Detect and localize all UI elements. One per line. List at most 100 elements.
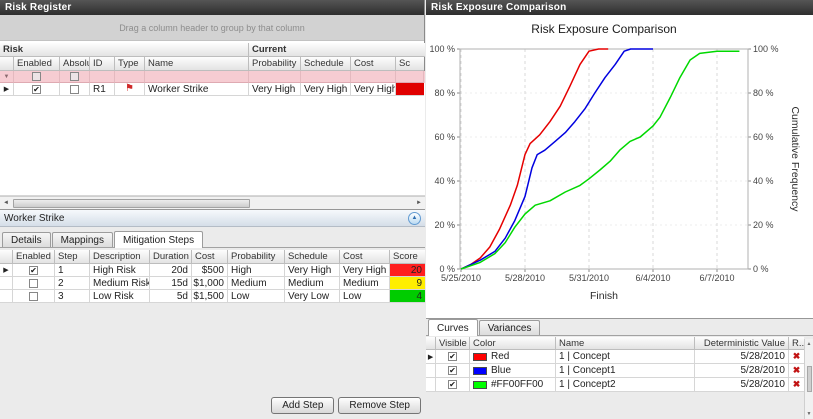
y-tick-label-right: 60 % bbox=[753, 132, 774, 142]
curve-visible-checkbox[interactable]: ✔ bbox=[448, 352, 457, 361]
scrollbar-thumb[interactable] bbox=[13, 199, 250, 208]
scroll-up-arrow[interactable]: ▲ bbox=[807, 341, 812, 347]
scrollbar-thumb[interactable] bbox=[807, 366, 812, 392]
curve-visible-checkbox[interactable]: ✔ bbox=[448, 366, 457, 375]
col-visible[interactable]: Visible bbox=[436, 337, 470, 350]
col-enabled[interactable]: Enabled bbox=[14, 57, 60, 71]
tab-mitigation-steps[interactable]: Mitigation Steps bbox=[114, 231, 203, 248]
scroll-right-arrow[interactable]: ► bbox=[413, 200, 425, 206]
col-cost[interactable]: Cost bbox=[351, 57, 396, 71]
col-step-schedule[interactable]: Schedule bbox=[285, 250, 340, 264]
col-step[interactable]: Step bbox=[55, 250, 90, 264]
step-description-cell: Low Risk bbox=[90, 290, 150, 303]
color-swatch[interactable] bbox=[473, 381, 487, 389]
y-tick-label: 80 % bbox=[434, 88, 455, 98]
step-enabled-checkbox[interactable] bbox=[29, 279, 38, 288]
risk-id-cell: R1 bbox=[90, 83, 115, 96]
delete-curve-icon[interactable]: ✖ bbox=[793, 380, 801, 389]
tab-details[interactable]: Details bbox=[2, 232, 51, 247]
risk-row[interactable]: ▶ ✔ R1 ⚑ Worker Strike Very High Very Hi… bbox=[0, 83, 425, 96]
col-deterministic-value[interactable]: Deterministic Value bbox=[695, 337, 789, 350]
tab-mappings[interactable]: Mappings bbox=[52, 232, 113, 247]
step-duration-cell: 5d bbox=[150, 290, 192, 303]
step-schedule-cell: Very High bbox=[285, 264, 340, 277]
col-step-enabled[interactable]: Enabled bbox=[13, 250, 55, 264]
col-color[interactable]: Color bbox=[470, 337, 556, 350]
curve-row[interactable]: ✔ Blue 1 | Concept1 5/28/2010 ✖ bbox=[426, 364, 804, 378]
col-duration[interactable]: Duration bbox=[150, 250, 192, 264]
col-remove[interactable]: R... bbox=[789, 337, 804, 350]
curves-header-row: Visible Color Name Deterministic Value R… bbox=[426, 337, 804, 350]
filter-checkbox-enabled[interactable] bbox=[32, 72, 41, 81]
scroll-left-arrow[interactable]: ◄ bbox=[0, 200, 12, 206]
step-buttons: Add Step Remove Step bbox=[271, 397, 421, 414]
band-header-current[interactable]: Current bbox=[249, 43, 425, 57]
step-cost2-cell: Medium bbox=[340, 277, 390, 290]
filter-row[interactable]: ▼ bbox=[0, 71, 425, 83]
row-selector-arrow: ▶ bbox=[3, 266, 8, 274]
add-step-button[interactable]: Add Step bbox=[271, 397, 334, 414]
curve-row[interactable]: ▶ ✔ Red 1 | Concept 5/28/2010 ✖ bbox=[426, 350, 804, 364]
risk-probability-cell: Very High bbox=[249, 83, 301, 96]
step-probability-cell: Medium bbox=[228, 277, 285, 290]
col-score[interactable]: Sc bbox=[396, 57, 424, 71]
scroll-down-arrow[interactable]: ▼ bbox=[807, 411, 812, 417]
app-window: Risk Register Drag a column header to gr… bbox=[0, 0, 813, 419]
step-enabled-checkbox[interactable] bbox=[29, 292, 38, 301]
step-cost-cell: $500 bbox=[192, 264, 228, 277]
step-score-cell: 20 bbox=[390, 264, 425, 277]
tab-curves[interactable]: Curves bbox=[428, 319, 478, 336]
color-label: Blue bbox=[491, 365, 511, 376]
mitigation-row[interactable]: 3 Low Risk 5d $1,500 Low Very Low Low 4 bbox=[0, 290, 425, 303]
filter-icon[interactable]: ▼ bbox=[4, 74, 10, 80]
col-row-selector bbox=[0, 57, 14, 71]
col-name[interactable]: Name bbox=[145, 57, 249, 71]
step-enabled-checkbox[interactable]: ✔ bbox=[29, 266, 38, 275]
collapse-panel-icon[interactable]: ▲ bbox=[408, 212, 421, 225]
step-cost-cell: $1,500 bbox=[192, 290, 228, 303]
delete-curve-icon[interactable]: ✖ bbox=[793, 366, 801, 375]
color-swatch[interactable] bbox=[473, 353, 487, 361]
col-curve-name[interactable]: Name bbox=[556, 337, 695, 350]
risk-enabled-checkbox[interactable]: ✔ bbox=[32, 85, 41, 94]
step-description-cell: Medium Risk bbox=[90, 277, 150, 290]
remove-step-button[interactable]: Remove Step bbox=[338, 397, 421, 414]
group-by-drop-area[interactable]: Drag a column header to group by that co… bbox=[0, 15, 424, 41]
horizontal-scrollbar[interactable]: ◄ ► bbox=[0, 196, 425, 209]
col-probability[interactable]: Probability bbox=[249, 57, 301, 71]
col-type[interactable]: Type bbox=[115, 57, 145, 71]
col-id[interactable]: ID bbox=[90, 57, 115, 71]
risk-absolute-checkbox[interactable] bbox=[70, 85, 79, 94]
risk-register-title: Risk Register bbox=[5, 2, 72, 13]
col-step-probability[interactable]: Probability bbox=[228, 250, 285, 264]
curve-row[interactable]: ✔ #FF00FF00 1 | Concept2 5/28/2010 ✖ bbox=[426, 378, 804, 392]
plot-border bbox=[460, 49, 748, 269]
step-score-cell: 4 bbox=[390, 290, 425, 303]
mitigation-row[interactable]: 2 Medium Risk 15d $1,000 Medium Medium M… bbox=[0, 277, 425, 290]
column-header-row: Enabled Absolu... ID Type Name Probabili… bbox=[0, 57, 425, 71]
y-tick-label: 40 % bbox=[434, 176, 455, 186]
risk-register-panel: Risk Register Drag a column header to gr… bbox=[0, 0, 425, 419]
curve-visible-checkbox[interactable]: ✔ bbox=[448, 380, 457, 389]
step-description-cell: High Risk bbox=[90, 264, 150, 277]
col-step-score[interactable]: Score bbox=[390, 250, 425, 264]
grid-empty-area bbox=[0, 96, 425, 196]
mitigation-row[interactable]: ▶ ✔ 1 High Risk 20d $500 High Very High … bbox=[0, 264, 425, 277]
step-cost2-cell: Very High bbox=[340, 264, 390, 277]
col-step-cost2[interactable]: Cost bbox=[340, 250, 390, 264]
filter-checkbox-absolute[interactable] bbox=[70, 72, 79, 81]
col-description[interactable]: Description bbox=[90, 250, 150, 264]
step-cost-cell: $1,000 bbox=[192, 277, 228, 290]
tab-variances[interactable]: Variances bbox=[479, 320, 541, 335]
delete-curve-icon[interactable]: ✖ bbox=[793, 352, 801, 361]
band-header-risk[interactable]: Risk bbox=[0, 43, 249, 57]
curve-name-cell: 1 | Concept1 bbox=[556, 364, 695, 378]
col-absolute[interactable]: Absolu... bbox=[60, 57, 90, 71]
color-swatch[interactable] bbox=[473, 367, 487, 375]
step-number-cell: 1 bbox=[55, 264, 90, 277]
y-tick-label: 100 % bbox=[429, 44, 455, 54]
curves-vertical-scrollbar[interactable]: ▲ ▼ bbox=[804, 339, 813, 419]
col-schedule[interactable]: Schedule bbox=[301, 57, 351, 71]
col-step-cost[interactable]: Cost bbox=[192, 250, 228, 264]
row-selector-arrow: ▶ bbox=[4, 85, 9, 93]
